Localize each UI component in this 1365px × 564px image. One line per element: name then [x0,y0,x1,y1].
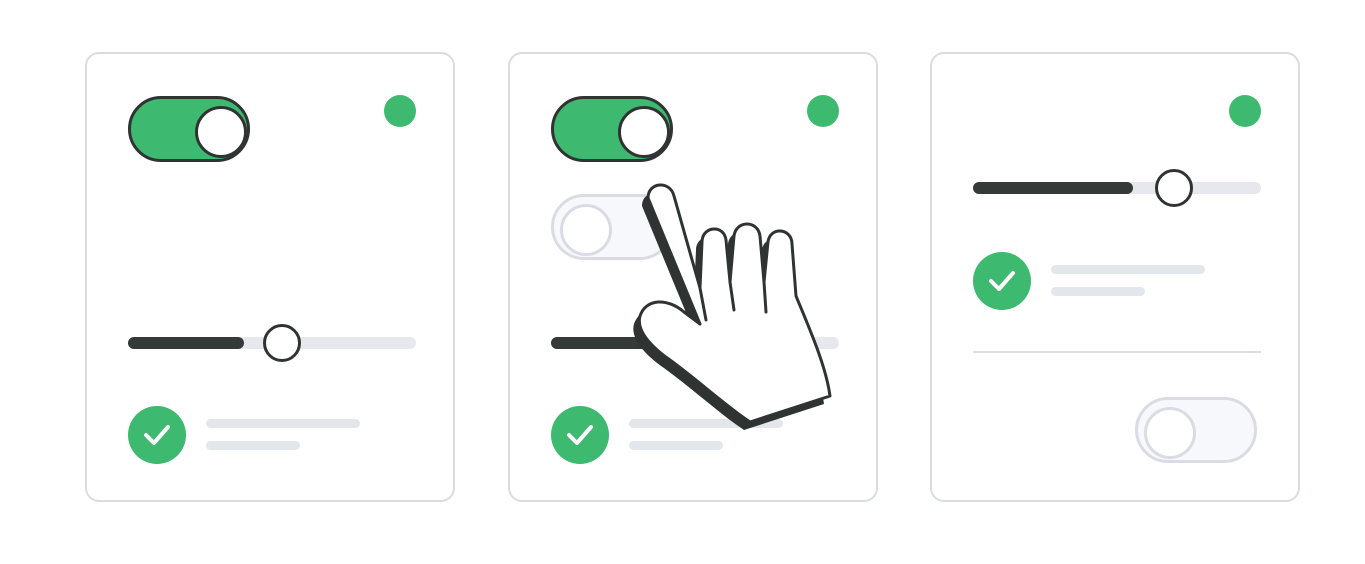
toggle-knob [618,106,670,158]
slider-thumb[interactable] [263,324,301,362]
toggle-switch-on[interactable] [551,96,673,162]
checkmark-icon[interactable] [551,406,609,464]
checkmark-icon[interactable] [973,252,1031,310]
divider [973,351,1261,353]
status-dot-icon [1229,95,1261,127]
text-placeholder-line [1051,265,1205,274]
toggle-switch-on[interactable] [128,96,250,162]
toggle-knob [195,106,247,158]
settings-card-1 [85,52,455,502]
text-placeholder-line [629,441,723,450]
slider[interactable] [973,169,1261,207]
slider-thumb[interactable] [1155,169,1193,207]
status-dot-icon [384,95,416,127]
status-dot-icon [807,95,839,127]
slider-fill [973,182,1133,194]
slider-fill [128,337,244,349]
toggle-switch-off[interactable] [1135,397,1257,463]
pointer-hand-icon [633,183,832,430]
settings-card-3 [930,52,1300,502]
checkmark-icon[interactable] [128,406,186,464]
slider[interactable] [128,324,416,362]
stage [0,0,1365,564]
text-placeholder-line [1051,287,1145,296]
text-placeholder-line [206,441,300,450]
toggle-knob [560,204,612,256]
toggle-knob [1144,407,1196,459]
text-placeholder-line [206,419,360,428]
